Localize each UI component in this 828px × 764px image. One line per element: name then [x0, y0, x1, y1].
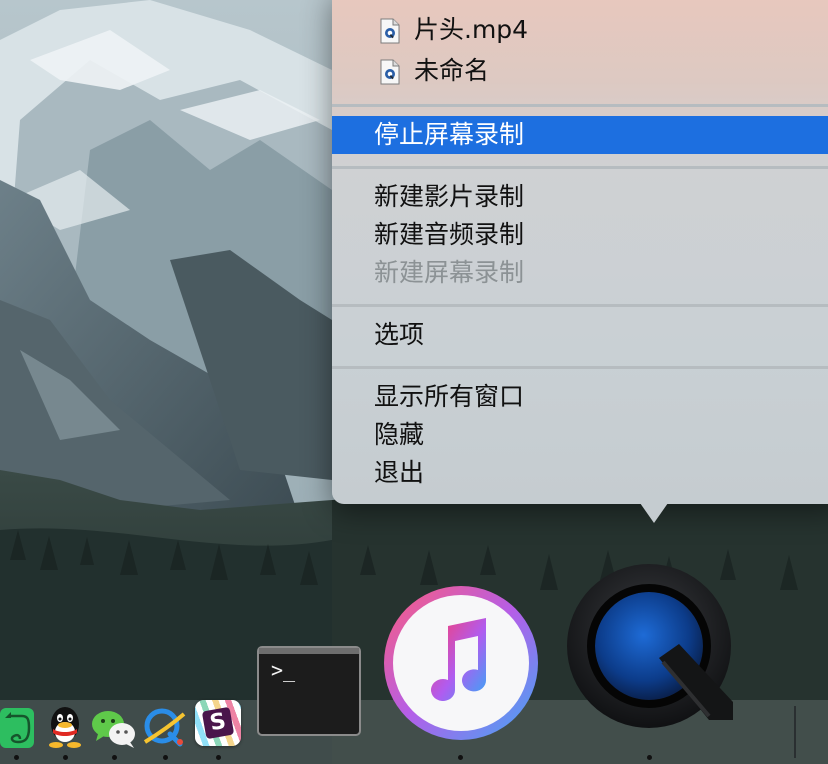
running-indicator [647, 755, 652, 760]
menu-item-label: 新建屏幕录制 [374, 258, 525, 287]
dock-context-menu: 片头.mp4 未命名 停止屏幕录制 新建影片录制 新建音频录制 新建屏幕录制 选… [332, 0, 828, 504]
running-indicator [458, 755, 463, 760]
dock-divider [794, 706, 796, 758]
menu-pointer [640, 503, 668, 523]
qq-icon[interactable] [44, 702, 86, 750]
show-all-windows-item[interactable]: 显示所有窗口 [332, 378, 828, 416]
menu-item-label: 显示所有窗口 [374, 382, 525, 411]
menu-separator [332, 366, 828, 369]
menu-separator [332, 166, 828, 169]
stop-screen-recording-item[interactable]: 停止屏幕录制 [332, 116, 828, 154]
slack-icon[interactable]: S [195, 700, 241, 746]
itunes-icon[interactable] [382, 584, 540, 742]
menu-item-label: 退出 [374, 458, 425, 487]
quicktime-file-icon [380, 59, 400, 85]
menu-item-label: 停止屏幕录制 [374, 120, 525, 149]
running-indicator [112, 755, 117, 760]
terminal-titlebar [259, 648, 359, 654]
menu-item-label: 选项 [374, 320, 425, 349]
running-indicator [163, 755, 168, 760]
menu-separator [332, 304, 828, 307]
menu-item-label: 新建影片录制 [374, 182, 525, 211]
new-audio-recording-item[interactable]: 新建音频录制 [332, 216, 828, 254]
running-indicator [63, 755, 68, 760]
running-indicator [14, 755, 19, 760]
hide-item[interactable]: 隐藏 [332, 416, 828, 454]
quicktime-file-icon [380, 18, 400, 44]
file-name: 未命名 [414, 56, 490, 85]
quit-item[interactable]: 退出 [332, 454, 828, 492]
file-name: 片头.mp4 [414, 15, 529, 44]
quicktime-icon[interactable] [563, 562, 741, 740]
evernote-icon[interactable] [0, 706, 36, 750]
new-screen-recording-item: 新建屏幕录制 [332, 254, 828, 292]
slack-letter-tile: S [201, 706, 235, 740]
qq-browser-icon[interactable] [140, 704, 188, 750]
menu-item-label: 隐藏 [374, 420, 425, 449]
recent-file-item[interactable]: 未命名 [332, 51, 828, 91]
recent-file-item[interactable]: 片头.mp4 [332, 10, 828, 50]
menu-separator [332, 104, 828, 107]
options-item[interactable]: 选项 [332, 316, 828, 354]
running-indicator [216, 755, 221, 760]
terminal-icon[interactable]: >_ [257, 646, 361, 736]
slack-letter: S [207, 708, 228, 737]
menu-item-label: 新建音频录制 [374, 220, 525, 249]
new-movie-recording-item[interactable]: 新建影片录制 [332, 178, 828, 216]
wechat-icon[interactable] [90, 706, 138, 750]
terminal-prompt: >_ [271, 658, 296, 682]
